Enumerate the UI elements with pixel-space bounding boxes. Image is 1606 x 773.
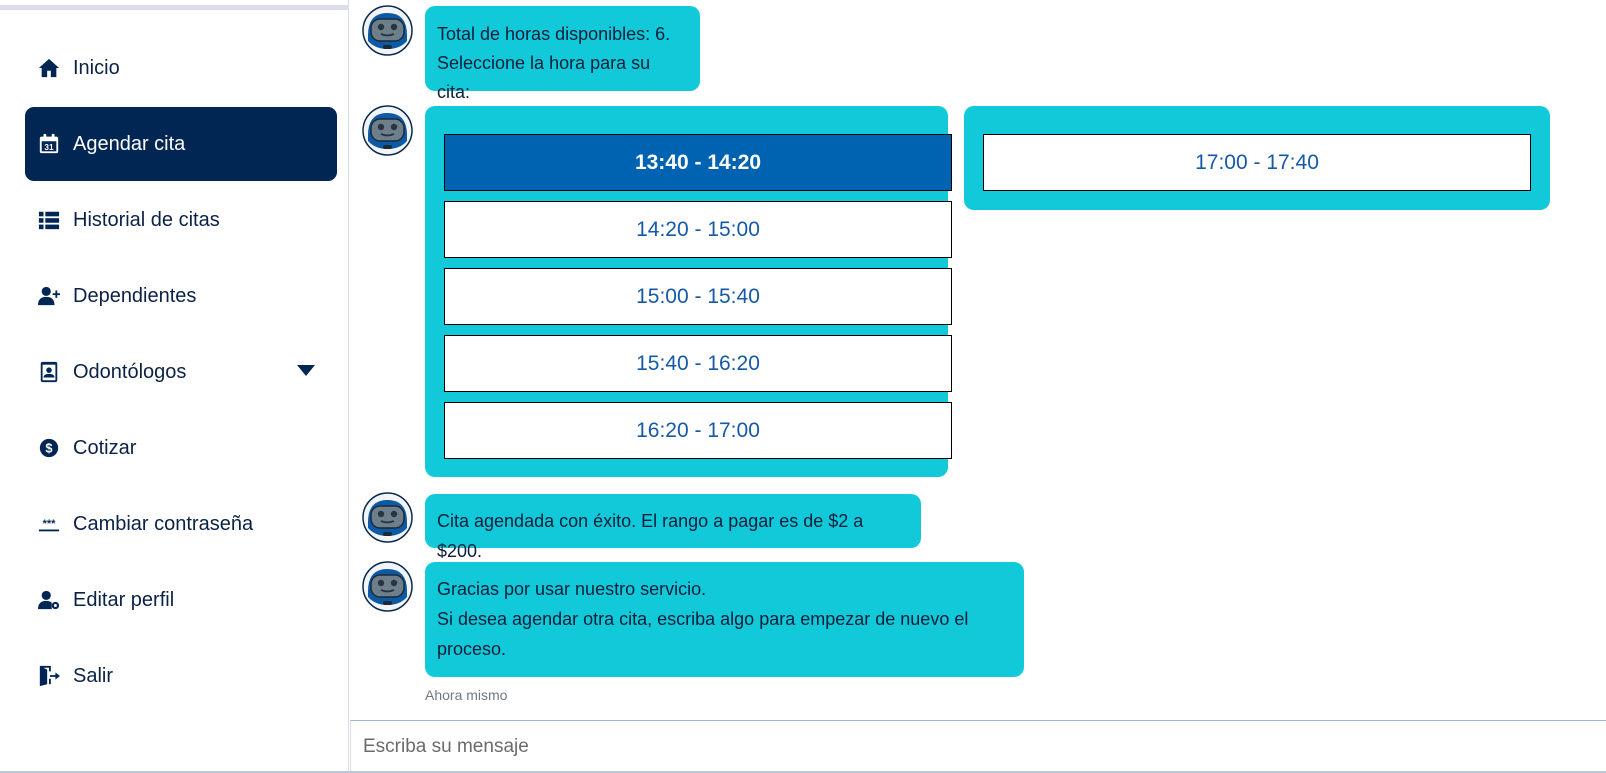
- sidebar-item-cotizar[interactable]: $ Cotizar: [25, 411, 337, 485]
- chevron-down-icon[interactable]: [297, 365, 315, 376]
- bot-avatar-icon: [362, 492, 413, 543]
- message-line: Total de horas disponibles: 6.: [437, 24, 671, 44]
- svg-text:31: 31: [44, 143, 54, 152]
- time-slot-button[interactable]: 15:00 - 15:40: [444, 268, 952, 325]
- bot-avatar-icon: [362, 5, 413, 56]
- time-slot-button[interactable]: 15:40 - 16:20: [444, 335, 952, 392]
- exit-door-icon: [38, 665, 60, 687]
- sidebar-item-label: Historial de citas: [73, 208, 220, 231]
- password-icon: ***: [38, 513, 60, 535]
- sidebar-item-dependientes[interactable]: Dependientes: [25, 259, 337, 333]
- sidebar-item-label: Editar perfil: [73, 588, 175, 611]
- message-line: proceso.: [437, 639, 507, 659]
- sidebar: Inicio 31 Agendar cita Historial de cita…: [0, 0, 349, 773]
- svg-text:***: ***: [43, 518, 57, 530]
- message-line: Seleccione la hora para su cita:: [437, 53, 651, 102]
- sidebar-item-label: Inicio: [73, 56, 120, 79]
- message-composer: [350, 720, 1606, 773]
- message-line: Si desea agendar otra cita, escriba algo…: [437, 609, 969, 629]
- sidebar-item-cambiar-contrasena[interactable]: *** Cambiar contraseña: [25, 487, 337, 561]
- list-icon: [38, 209, 60, 231]
- sidebar-item-odontologos[interactable]: Odontólogos: [25, 335, 337, 409]
- time-slot-panel: 17:00 - 17:40: [964, 106, 1550, 210]
- sidebar-top-bar: [0, 5, 349, 10]
- time-slot-button[interactable]: 16:20 - 17:00: [444, 402, 952, 459]
- sidebar-item-label: Agendar cita: [73, 132, 186, 155]
- sidebar-item-editar-perfil[interactable]: Editar perfil: [25, 563, 337, 637]
- message-timestamp: Ahora mismo: [425, 687, 508, 703]
- sidebar-item-agendar-cita[interactable]: 31 Agendar cita: [25, 107, 337, 181]
- bot-avatar-icon: [362, 105, 413, 156]
- time-slot-button[interactable]: 14:20 - 15:00: [444, 201, 952, 258]
- sidebar-item-inicio[interactable]: Inicio: [25, 31, 337, 105]
- sidebar-item-salir[interactable]: Salir: [25, 639, 337, 713]
- bot-message-thanks: Gracias por usar nuestro servicio. Si de…: [425, 562, 1024, 677]
- time-slot-button[interactable]: 13:40 - 14:20: [444, 134, 952, 191]
- sidebar-item-label: Odontólogos: [73, 360, 187, 383]
- calendar-icon: 31: [38, 133, 60, 155]
- sidebar-item-historial[interactable]: Historial de citas: [25, 183, 337, 257]
- sidebar-item-label: Cambiar contraseña: [73, 512, 254, 535]
- message-input[interactable]: [351, 721, 1606, 773]
- sidebar-item-label: Cotizar: [73, 436, 137, 459]
- user-plus-icon: [38, 285, 60, 307]
- home-icon: [38, 57, 60, 79]
- svg-text:$: $: [45, 441, 52, 456]
- message-line: Gracias por usar nuestro servicio.: [437, 579, 707, 599]
- bot-message-available: Total de horas disponibles: 6. Seleccion…: [425, 6, 700, 102]
- bot-message-success: Cita agendada con éxito. El rango a paga…: [425, 494, 921, 561]
- user-gear-icon: [38, 589, 60, 611]
- time-slot-button[interactable]: 17:00 - 17:40: [983, 134, 1531, 191]
- sidebar-item-label: Salir: [73, 664, 114, 687]
- sidebar-item-label: Dependientes: [73, 284, 197, 307]
- dollar-circle-icon: $: [38, 437, 60, 459]
- bot-avatar-icon: [362, 561, 413, 612]
- id-badge-icon: [38, 361, 60, 383]
- time-slot-panel: 13:40 - 14:20 14:20 - 15:00 15:00 - 15:4…: [425, 106, 952, 477]
- message-line: Cita agendada con éxito. El rango a paga…: [437, 511, 864, 561]
